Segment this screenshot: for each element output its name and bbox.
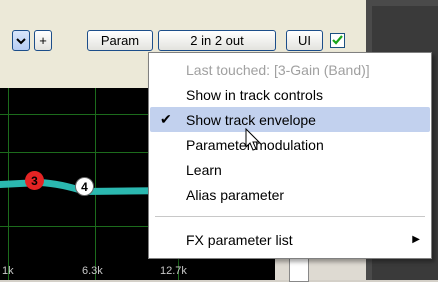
add-button[interactable]: +: [34, 30, 52, 51]
chevron-down-button[interactable]: [12, 30, 30, 51]
menu-item-learn[interactable]: Learn: [150, 157, 430, 182]
ui-button[interactable]: UI: [286, 30, 323, 51]
menu-item-label: Alias parameter: [186, 186, 285, 203]
menu-item-label: Learn: [186, 161, 222, 178]
eq-band-node[interactable]: 4: [75, 177, 94, 196]
checkmark-icon: [332, 35, 343, 45]
enable-checkbox[interactable]: [330, 33, 345, 48]
menu-separator: [155, 216, 425, 217]
submenu-arrow-icon: ▶: [412, 234, 420, 245]
parameter-context-menu: Last touched: [3-Gain (Band)] Show in tr…: [148, 52, 432, 259]
menu-header-label: Last touched: [3-Gain (Band)]: [186, 61, 370, 78]
chevron-down-icon: [16, 37, 26, 44]
freq-label: 1k: [2, 265, 14, 277]
io-button[interactable]: 2 in 2 out: [158, 30, 276, 51]
menu-item-label: Show track envelope: [186, 111, 316, 128]
mouse-cursor-icon: [245, 128, 261, 151]
menu-item-show-in-track-controls[interactable]: Show in track controls: [150, 82, 430, 107]
param-button[interactable]: Param: [87, 30, 153, 51]
menu-item-show-track-envelope[interactable]: ✔ Show track envelope: [150, 107, 430, 132]
meter-bar: [289, 256, 309, 282]
menu-header: Last touched: [3-Gain (Band)]: [150, 57, 430, 82]
menu-item-fx-parameter-list[interactable]: FX parameter list ▶: [150, 227, 430, 252]
eq-band-node[interactable]: 3: [25, 171, 44, 190]
menu-item-parameter-modulation[interactable]: Parameter modulation: [150, 132, 430, 157]
menu-item-label: Show in track controls: [186, 86, 323, 103]
menu-item-alias-parameter[interactable]: Alias parameter: [150, 182, 430, 207]
checkmark-icon: ✔: [160, 111, 172, 127]
freq-label: 6.3k: [82, 265, 103, 277]
menu-item-label: FX parameter list: [186, 231, 293, 248]
freq-label: 12.7k: [160, 265, 187, 277]
